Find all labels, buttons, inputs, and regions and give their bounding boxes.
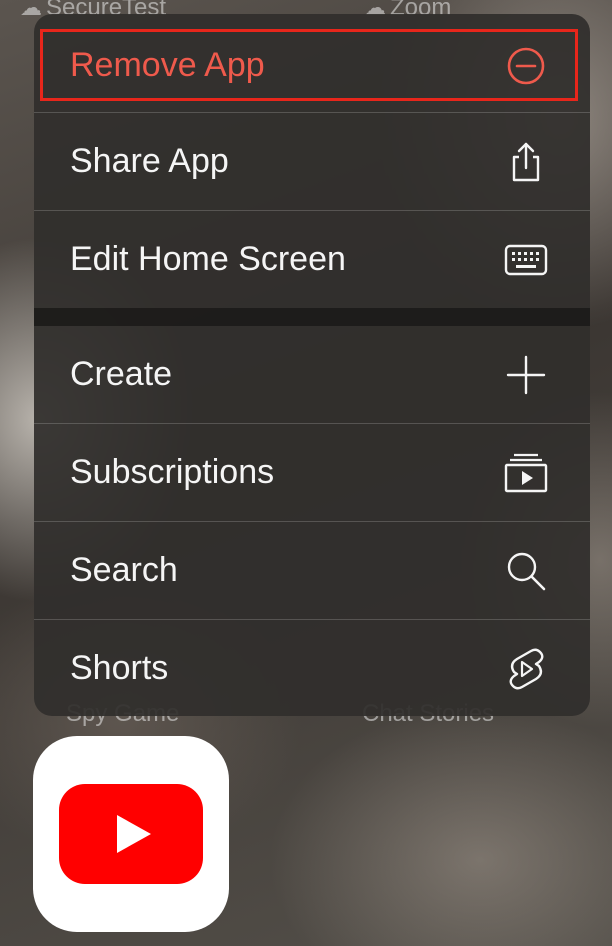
share-icon xyxy=(504,140,548,184)
subscriptions-menu-item[interactable]: Subscriptions xyxy=(34,424,590,521)
minus-circle-icon xyxy=(504,44,548,88)
search-menu-item[interactable]: Search xyxy=(34,522,590,619)
shorts-icon xyxy=(504,647,548,691)
youtube-logo-icon xyxy=(59,784,203,884)
shorts-menu-item[interactable]: Shorts xyxy=(34,620,590,716)
keyboard-icon xyxy=(504,238,548,282)
create-menu-item[interactable]: Create xyxy=(34,326,590,423)
edit-home-screen-label: Edit Home Screen xyxy=(70,240,346,278)
create-label: Create xyxy=(70,355,173,393)
play-icon xyxy=(117,815,151,853)
remove-app-menu-item[interactable]: Remove App xyxy=(34,17,590,114)
youtube-app-icon[interactable] xyxy=(33,736,229,932)
shorts-label: Shorts xyxy=(70,649,169,687)
menu-group-separator xyxy=(34,308,590,326)
search-label: Search xyxy=(70,551,178,589)
remove-app-label: Remove App xyxy=(70,46,265,84)
edit-home-screen-menu-item[interactable]: Edit Home Screen xyxy=(34,211,590,308)
search-icon xyxy=(504,549,548,593)
share-app-label: Share App xyxy=(70,142,229,180)
app-context-menu: Remove App Share App Edit Home Screen Cr… xyxy=(34,14,590,716)
plus-icon xyxy=(504,353,548,397)
subscriptions-label: Subscriptions xyxy=(70,453,275,491)
subscriptions-icon xyxy=(504,451,548,495)
share-app-menu-item[interactable]: Share App xyxy=(34,113,590,210)
